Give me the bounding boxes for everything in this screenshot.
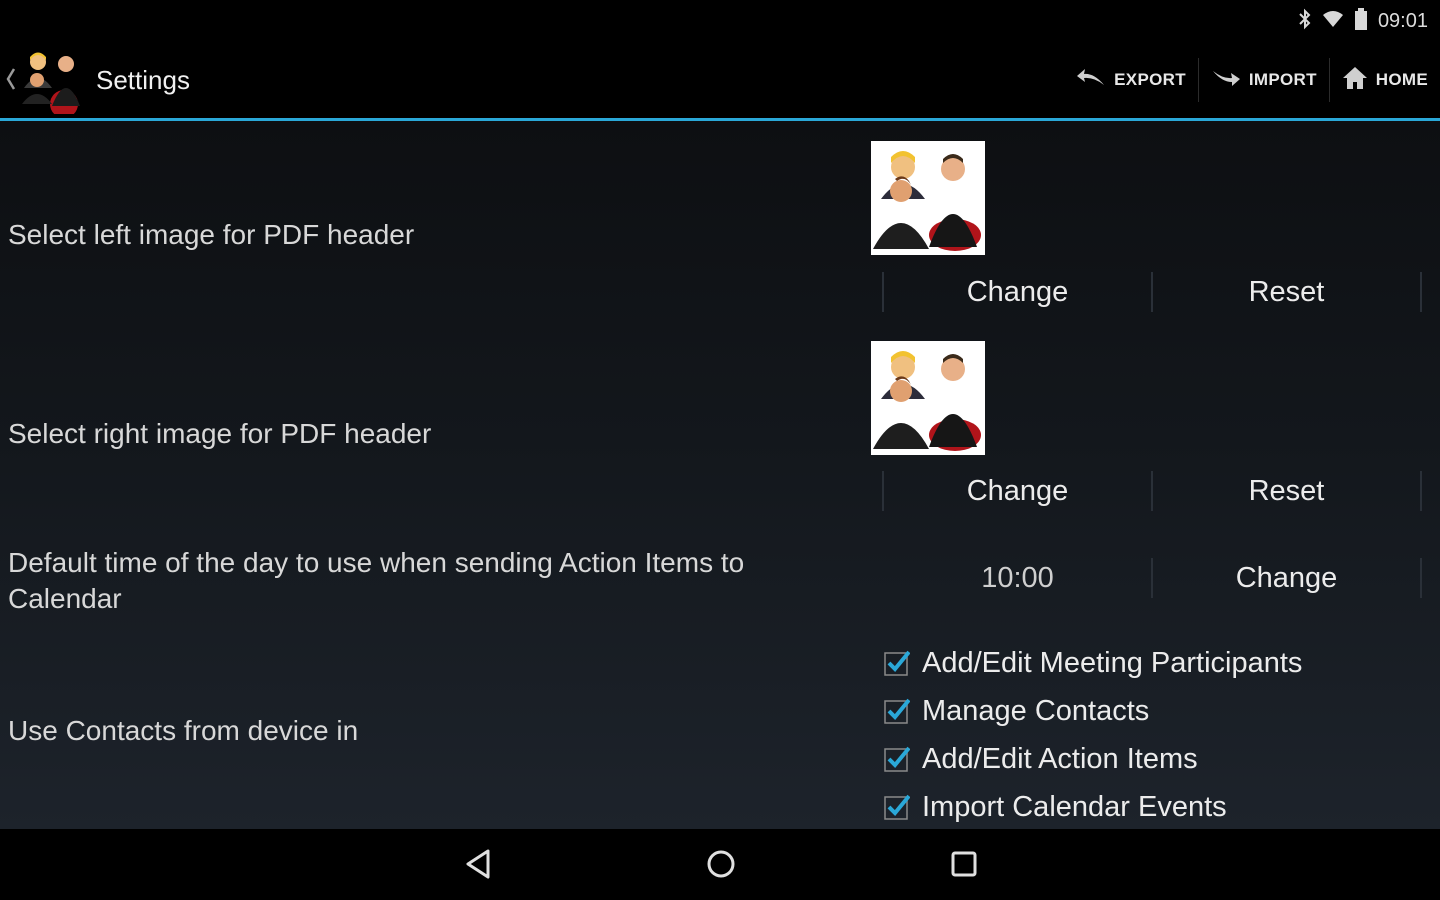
import-icon xyxy=(1211,67,1241,94)
default-time-button-bar: 10:00 Change xyxy=(882,558,1422,598)
settings-content: Select left image for PDF header Change … xyxy=(0,121,1440,829)
checkbox-add-edit-meeting-participants[interactable]: Add/Edit Meeting Participants xyxy=(884,639,1302,687)
checkbox-label: Manage Contacts xyxy=(922,694,1150,727)
checkbox-label: Add/Edit Action Items xyxy=(922,742,1198,775)
recents-icon[interactable] xyxy=(948,847,980,886)
action-bar-actions: EXPORT IMPORT HOME xyxy=(1064,40,1440,120)
checkbox-checked-icon[interactable] xyxy=(884,794,911,820)
right-image-thumbnail[interactable] xyxy=(871,341,985,455)
home-button[interactable]: HOME xyxy=(1330,55,1440,105)
action-bar: Settings EXPORT IMPORT HOME xyxy=(0,40,1440,120)
bluetooth-icon xyxy=(1298,8,1312,35)
export-button[interactable]: EXPORT xyxy=(1064,55,1198,105)
left-image-reset-button[interactable]: Reset xyxy=(1151,272,1422,312)
left-image-thumbnail[interactable] xyxy=(871,141,985,255)
default-time-change-button[interactable]: Change xyxy=(1151,558,1422,598)
left-image-change-button[interactable]: Change xyxy=(882,272,1151,312)
export-icon xyxy=(1076,67,1106,94)
import-button[interactable]: IMPORT xyxy=(1199,55,1329,105)
checkbox-checked-icon[interactable] xyxy=(884,746,911,772)
default-time-value: 10:00 xyxy=(981,561,1054,594)
right-image-change-button[interactable]: Change xyxy=(882,471,1151,511)
status-icons: 09:01 xyxy=(1298,8,1428,35)
back-icon[interactable] xyxy=(462,847,494,886)
right-image-reset-button[interactable]: Reset xyxy=(1151,471,1422,511)
checkbox-import-calendar-events[interactable]: Import Calendar Events xyxy=(884,783,1302,831)
right-image-label: Select right image for PDF header xyxy=(8,418,432,449)
checkbox-checked-icon[interactable] xyxy=(884,698,911,724)
checkbox-label: Add/Edit Meeting Participants xyxy=(922,646,1303,679)
import-label: IMPORT xyxy=(1248,70,1317,89)
home-icon xyxy=(1342,66,1368,95)
checkbox-checked-icon[interactable] xyxy=(884,650,911,676)
app-logo-icon[interactable] xyxy=(20,48,90,119)
checkbox-add-edit-action-items[interactable]: Add/Edit Action Items xyxy=(884,735,1302,783)
contacts-options: Add/Edit Meeting Participants Manage Con… xyxy=(884,639,1302,831)
checkbox-manage-contacts[interactable]: Manage Contacts xyxy=(884,687,1302,735)
navigation-bar xyxy=(0,829,1440,900)
default-time-label: Default time of the day to use when send… xyxy=(8,547,745,614)
right-image-button-bar: Change Reset xyxy=(882,471,1422,511)
export-label: EXPORT xyxy=(1114,70,1186,89)
home-label: HOME xyxy=(1375,70,1428,89)
up-navigation-icon[interactable] xyxy=(6,66,16,97)
left-image-button-bar: Change Reset xyxy=(882,272,1422,312)
contacts-label: Use Contacts from device in xyxy=(8,715,359,746)
page-title: Settings xyxy=(96,65,190,95)
battery-icon xyxy=(1354,8,1368,35)
home-nav-icon[interactable] xyxy=(704,847,738,886)
left-image-label: Select left image for PDF header xyxy=(8,219,415,250)
status-clock: 09:01 xyxy=(1377,10,1428,32)
checkbox-label: Import Calendar Events xyxy=(922,790,1227,823)
wifi-icon xyxy=(1322,10,1344,33)
status-bar: 09:01 xyxy=(0,0,1440,40)
